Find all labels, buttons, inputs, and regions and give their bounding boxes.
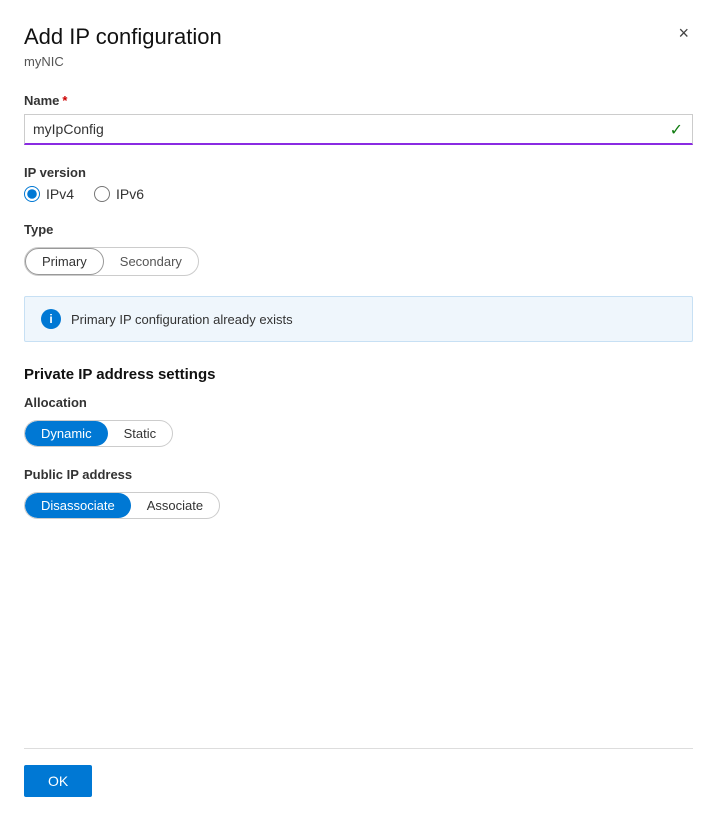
type-secondary-button[interactable]: Secondary [104,248,198,275]
type-section: Type Primary Secondary [24,222,693,276]
ok-button[interactable]: OK [24,765,92,797]
dialog-title: Add IP configuration [24,24,222,50]
add-ip-config-dialog: Add IP configuration × myNIC Name * ✓ IP… [0,0,717,813]
close-button[interactable]: × [674,24,693,42]
name-input[interactable] [24,114,693,145]
dialog-header: Add IP configuration × [24,24,693,50]
type-primary-button[interactable]: Primary [25,248,104,275]
public-ip-label: Public IP address [24,467,693,482]
name-label: Name * [24,93,693,108]
associate-button[interactable]: Associate [131,493,219,518]
name-section: Name * ✓ [24,93,693,145]
dialog-subtitle: myNIC [24,54,693,69]
allocation-dynamic-button[interactable]: Dynamic [25,421,108,446]
ip-version-section: IP version IPv4 IPv6 [24,165,693,202]
info-banner: i Primary IP configuration already exist… [24,296,693,342]
ip-version-label: IP version [24,165,693,180]
ipv4-label: IPv4 [46,186,74,202]
allocation-toggle-group: Dynamic Static [24,420,173,447]
ipv6-radio-label[interactable]: IPv6 [94,186,144,202]
ipv4-radio[interactable] [24,186,40,202]
disassociate-button[interactable]: Disassociate [25,493,131,518]
required-indicator: * [62,93,67,108]
dialog-footer: OK [24,749,693,813]
allocation-label: Allocation [24,395,693,410]
type-label: Type [24,222,693,237]
private-ip-heading: Private IP address settings [24,366,693,383]
info-banner-text: Primary IP configuration already exists [71,312,293,327]
public-ip-toggle-group: Disassociate Associate [24,492,220,519]
ipv4-radio-label[interactable]: IPv4 [24,186,74,202]
name-input-wrapper: ✓ [24,114,693,145]
ip-version-radio-group: IPv4 IPv6 [24,186,693,202]
info-icon: i [41,309,61,329]
private-ip-section: Private IP address settings Allocation D… [24,366,693,447]
public-ip-section: Public IP address Disassociate Associate [24,467,693,519]
ipv6-radio[interactable] [94,186,110,202]
type-toggle-group: Primary Secondary [24,247,199,276]
input-valid-icon: ✓ [670,120,683,140]
ipv6-label: IPv6 [116,186,144,202]
allocation-static-button[interactable]: Static [108,421,173,446]
